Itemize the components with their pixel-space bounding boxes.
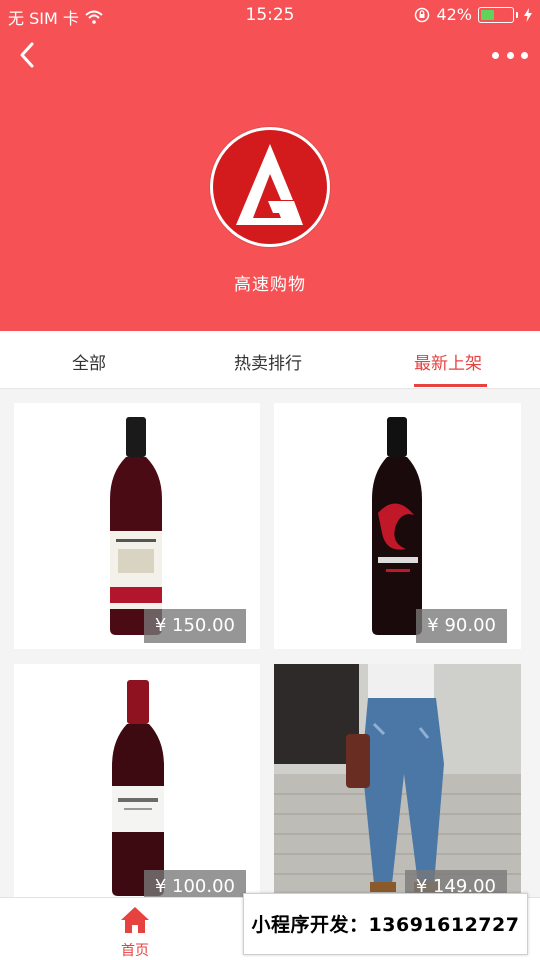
- battery-icon: [478, 6, 514, 23]
- tab-newest[interactable]: 最新上架: [414, 349, 482, 374]
- product-card[interactable]: ¥ 100.00: [14, 664, 260, 910]
- watermark-banner: 小程序开发：13691612727: [243, 893, 528, 955]
- active-tab-indicator: [414, 384, 487, 387]
- battery-percent: 42%: [436, 5, 472, 24]
- product-card[interactable]: ¥ 150.00: [14, 403, 260, 649]
- shop-logo-g: [236, 144, 303, 225]
- back-button[interactable]: [14, 38, 42, 72]
- orientation-lock-icon: [415, 7, 430, 22]
- product-price: ¥ 150.00: [143, 609, 246, 643]
- tab-all[interactable]: 全部: [72, 349, 106, 374]
- product-price: ¥ 90.00: [416, 609, 507, 643]
- chevron-left-icon: [20, 42, 34, 68]
- category-tabs: 全部 热卖排行 最新上架: [0, 331, 540, 389]
- product-card[interactable]: ¥ 90.00: [274, 403, 521, 649]
- tab-hot-ranking[interactable]: 热卖排行: [234, 349, 302, 374]
- product-card[interactable]: ¥ 149.00: [274, 664, 521, 910]
- tabbar-home-label: 首页: [121, 943, 149, 959]
- shop-header: 无 SIM 卡 15:25 42% 高速购物: [0, 0, 540, 331]
- status-bar: 无 SIM 卡 15:25 42%: [0, 0, 540, 30]
- more-button[interactable]: [492, 44, 528, 66]
- more-dots-icon: [492, 51, 499, 59]
- shop-name: 高速购物: [234, 275, 306, 295]
- charging-icon: [524, 7, 532, 22]
- shop-logo: [210, 127, 330, 247]
- home-icon: [121, 907, 149, 933]
- tabbar-item-home[interactable]: 首页: [110, 906, 160, 959]
